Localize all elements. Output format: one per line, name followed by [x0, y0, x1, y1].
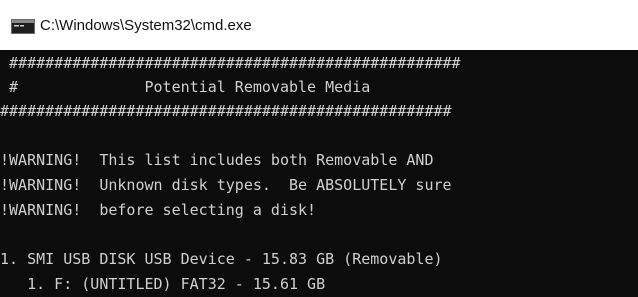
- banner-bottom-border: ########################################…: [0, 102, 452, 120]
- warning-line-2: !WARNING! Unknown disk types. Be ABSOLUT…: [0, 176, 452, 194]
- warning-line-1: !WARNING! This list includes both Remova…: [0, 151, 434, 169]
- warning-line-3: !WARNING! before selecting a disk!: [0, 201, 317, 219]
- window-title: C:\Windows\System32\cmd.exe: [40, 17, 252, 34]
- cmd-window: C:\Windows\System32\cmd.exe ############…: [0, 0, 638, 297]
- console-output[interactable]: ########################################…: [0, 50, 638, 297]
- cmd-console-icon: [11, 19, 35, 34]
- disk-entry: 1. SMI USB DISK USB Device - 15.83 GB (R…: [0, 250, 443, 268]
- banner-title: # Potential Removable Media: [0, 78, 371, 96]
- banner-top-border: ########################################…: [0, 54, 461, 72]
- title-bar[interactable]: C:\Windows\System32\cmd.exe: [0, 0, 638, 50]
- partition-entry: 1. F: (UNTITLED) FAT32 - 15.61 GB: [0, 275, 326, 293]
